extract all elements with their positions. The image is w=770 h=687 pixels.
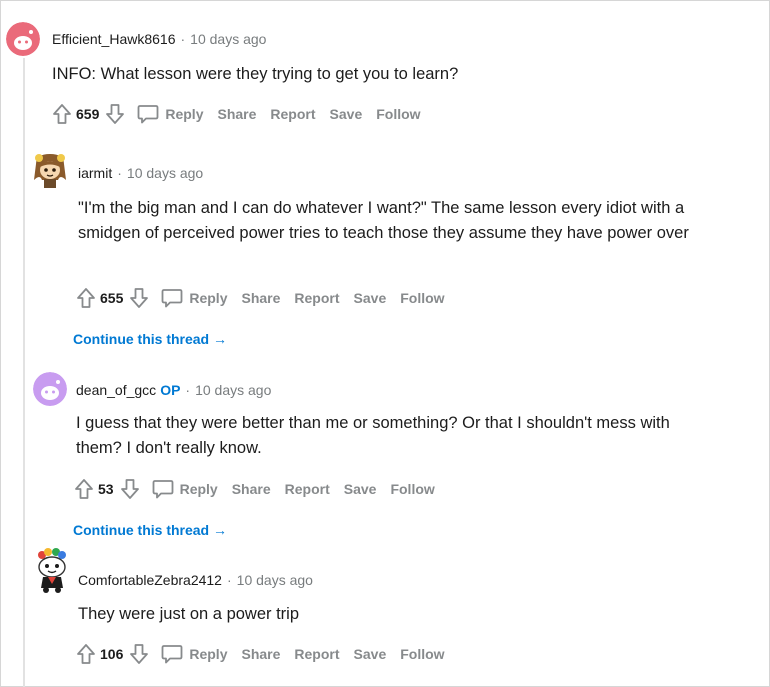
separator: · [180, 31, 186, 47]
downvote-button[interactable] [129, 643, 149, 665]
comment-meta: ComfortableZebra2412 · 10 days ago [78, 572, 313, 588]
comment-text: I guess that they were better than me or… [76, 414, 670, 457]
action-bar: 659 Reply Share Report Save Follow [52, 102, 421, 126]
report-button[interactable]: Report [294, 646, 339, 662]
report-button[interactable]: Report [294, 290, 339, 306]
separator: · [185, 382, 191, 398]
reply-button[interactable]: Reply [161, 288, 227, 308]
arrow-up-icon [77, 644, 95, 664]
snoo-avatar-icon [38, 548, 66, 593]
downvote-button[interactable] [129, 287, 149, 309]
separator: · [226, 572, 232, 588]
reply-label: Reply [179, 481, 218, 497]
timestamp[interactable]: 10 days ago [237, 572, 313, 588]
arrow-down-icon [106, 104, 125, 124]
reply-button[interactable]: Reply [137, 104, 203, 124]
comment-text: They were just on a power trip [78, 605, 300, 623]
report-button[interactable]: Report [285, 481, 330, 497]
upvote-button[interactable] [74, 478, 94, 500]
snoo-avatar-icon [33, 372, 67, 406]
speech-bubble-icon [161, 645, 183, 664]
comment-meta: iarmit · 10 days ago [78, 165, 203, 181]
reply-label: Reply [189, 290, 228, 306]
save-button[interactable]: Save [344, 481, 377, 497]
username[interactable]: Efficient_Hawk8616 [52, 31, 175, 47]
continue-thread-link[interactable]: Continue this thread → [73, 331, 227, 347]
speech-bubble-icon [152, 480, 173, 499]
comment-text: "I'm the big man and I can do whatever I… [78, 199, 689, 242]
timestamp[interactable]: 10 days ago [127, 165, 203, 181]
vote-count: 53 [98, 481, 114, 497]
comment-meta: Efficient_Hawk8616 · 10 days ago [52, 31, 266, 47]
upvote-button[interactable] [52, 103, 72, 125]
follow-button[interactable]: Follow [400, 646, 444, 662]
avatar[interactable] [33, 372, 67, 406]
separator: · [117, 165, 122, 181]
timestamp[interactable]: 10 days ago [195, 382, 271, 398]
save-button[interactable]: Save [330, 106, 363, 122]
arrow-down-icon [130, 288, 149, 308]
save-button[interactable]: Save [354, 646, 387, 662]
arrow-up-icon [75, 479, 93, 499]
follow-button[interactable]: Follow [400, 290, 444, 306]
share-button[interactable]: Share [232, 481, 271, 497]
follow-button[interactable]: Follow [390, 481, 434, 497]
speech-bubble-icon [161, 289, 183, 308]
action-bar: 655 Reply Share Report Save Follow [76, 286, 445, 310]
comment-text: INFO: What lesson were they trying to ge… [52, 65, 459, 83]
avatar[interactable] [32, 548, 72, 594]
username[interactable]: dean_of_gcc [76, 382, 156, 398]
vote-count: 106 [100, 646, 124, 662]
action-bar: 106 Reply Share Report Save Follow [76, 642, 445, 666]
op-badge: OP [160, 382, 181, 398]
reply-button[interactable]: Reply [152, 479, 218, 499]
timestamp[interactable]: 10 days ago [190, 31, 266, 47]
upvote-button[interactable] [76, 287, 96, 309]
username[interactable]: ComfortableZebra2412 [78, 572, 222, 588]
arrow-up-icon [53, 104, 71, 124]
save-button[interactable]: Save [354, 290, 387, 306]
upvote-button[interactable] [76, 643, 96, 665]
arrow-down-icon [120, 479, 139, 499]
arrow-up-icon [77, 288, 95, 308]
vote-count: 655 [100, 290, 124, 306]
action-bar: 53 Reply Share Report Save Follow [74, 477, 435, 501]
username[interactable]: iarmit [78, 165, 112, 181]
reply-button[interactable]: Reply [161, 644, 227, 664]
arrow-down-icon [130, 644, 149, 664]
avatar[interactable] [30, 150, 70, 190]
reply-label: Reply [165, 106, 204, 122]
report-button[interactable]: Report [270, 106, 315, 122]
continue-thread-link[interactable]: Continue this thread → [73, 522, 227, 538]
comment-meta: dean_of_gcc OP · 10 days ago [76, 382, 271, 398]
follow-button[interactable]: Follow [376, 106, 420, 122]
reply-label: Reply [189, 646, 228, 662]
thread-line[interactable] [23, 58, 25, 687]
vote-count: 659 [76, 106, 100, 122]
downvote-button[interactable] [120, 478, 140, 500]
speech-bubble-icon [137, 105, 159, 124]
downvote-button[interactable] [105, 103, 125, 125]
snoo-avatar-icon [6, 22, 40, 56]
share-button[interactable]: Share [217, 106, 256, 122]
share-button[interactable]: Share [241, 290, 280, 306]
character-avatar-icon [34, 154, 66, 188]
avatar[interactable] [6, 22, 40, 56]
share-button[interactable]: Share [241, 646, 280, 662]
